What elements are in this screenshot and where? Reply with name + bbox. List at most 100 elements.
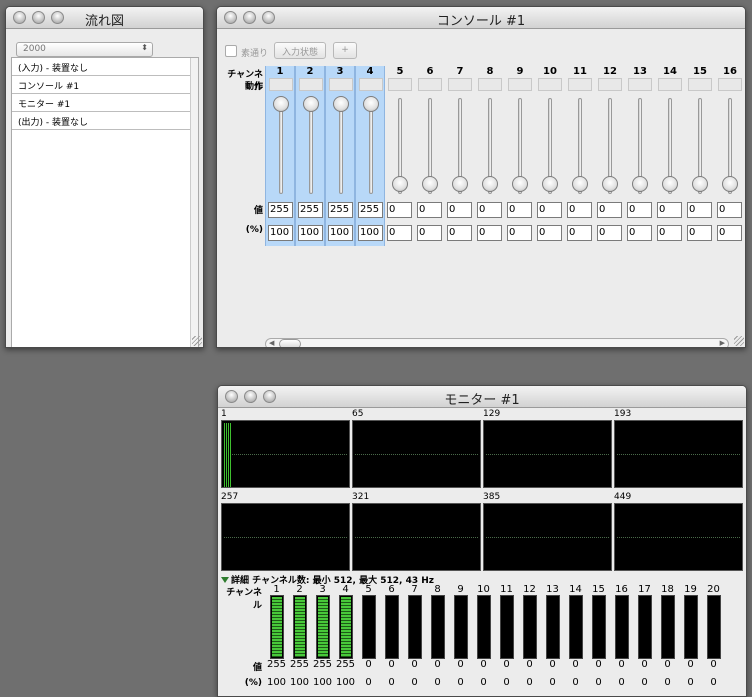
channel-action-field[interactable] [628, 78, 652, 91]
value-field[interactable]: 0 [477, 202, 502, 218]
fader-track[interactable] [369, 98, 373, 194]
scroll-left-icon[interactable]: ◀ [269, 339, 274, 347]
fader-track[interactable] [279, 98, 283, 194]
channel-action-field[interactable] [269, 78, 293, 91]
fader-knob[interactable] [422, 176, 438, 192]
add-button[interactable]: + [333, 42, 357, 59]
fader-knob[interactable] [722, 176, 738, 192]
console-channel-11[interactable]: 11 0 0 [565, 66, 595, 246]
fader-knob[interactable] [632, 176, 648, 192]
rate-popup[interactable]: 2000 ⬍ [16, 42, 153, 57]
console-channel-5[interactable]: 5 0 0 [385, 66, 415, 246]
value-field[interactable]: 0 [447, 202, 472, 218]
console-channel-6[interactable]: 6 0 0 [415, 66, 445, 246]
channel-action-field[interactable] [508, 78, 532, 91]
value-field[interactable]: 255 [328, 202, 353, 218]
channel-action-field[interactable] [598, 78, 622, 91]
console-channel-9[interactable]: 9 0 0 [505, 66, 535, 246]
value-field[interactable]: 0 [567, 202, 592, 218]
flow-item-output[interactable]: (出力) - 装置なし [12, 112, 198, 130]
flow-item-monitor[interactable]: モニター #1 [12, 94, 198, 112]
console-channel-4[interactable]: 4 255 100 [355, 66, 385, 246]
value-field[interactable]: 0 [717, 202, 742, 218]
channel-action-field[interactable] [299, 78, 323, 91]
percent-field[interactable]: 0 [627, 225, 652, 241]
fader-knob[interactable] [482, 176, 498, 192]
percent-field[interactable]: 100 [268, 225, 293, 241]
fader-knob[interactable] [363, 96, 379, 112]
console-channel-7[interactable]: 7 0 0 [445, 66, 475, 246]
channel-action-field[interactable] [448, 78, 472, 91]
channel-action-field[interactable] [688, 78, 712, 91]
bypass-checkbox[interactable] [225, 45, 237, 57]
fader-knob[interactable] [602, 176, 618, 192]
value-field[interactable]: 0 [627, 202, 652, 218]
percent-field[interactable]: 0 [597, 225, 622, 241]
fader-track[interactable] [309, 98, 313, 194]
channel-action-field[interactable] [329, 78, 353, 91]
percent-field[interactable]: 0 [507, 225, 532, 241]
percent-field[interactable]: 0 [657, 225, 682, 241]
channel-action-field[interactable] [388, 78, 412, 91]
disclosure-triangle-icon[interactable] [221, 577, 229, 583]
flow-item-input[interactable]: (入力) - 装置なし [12, 58, 198, 76]
channel-action-field[interactable] [418, 78, 442, 91]
value-field[interactable]: 0 [387, 202, 412, 218]
console-channel-12[interactable]: 12 0 0 [595, 66, 625, 246]
scroll-right-icon[interactable]: ▶ [720, 339, 725, 347]
percent-field[interactable]: 0 [537, 225, 562, 241]
flow-titlebar[interactable]: 流れ図 [6, 7, 203, 29]
console-channel-8[interactable]: 8 0 0 [475, 66, 505, 246]
console-channel-1[interactable]: 1 255 100 [265, 66, 295, 246]
fader-knob[interactable] [512, 176, 528, 192]
console-channel-2[interactable]: 2 255 100 [295, 66, 325, 246]
fader-knob[interactable] [572, 176, 588, 192]
scroll-thumb[interactable] [279, 339, 301, 347]
percent-field[interactable]: 0 [687, 225, 712, 241]
value-field[interactable]: 0 [537, 202, 562, 218]
resize-grip-icon[interactable] [734, 336, 744, 346]
channel-action-field[interactable] [718, 78, 742, 91]
flow-item-console[interactable]: コンソール #1 [12, 76, 198, 94]
fader-knob[interactable] [452, 176, 468, 192]
percent-field[interactable]: 0 [717, 225, 742, 241]
channel-action-field[interactable] [538, 78, 562, 91]
console-channel-10[interactable]: 10 0 0 [535, 66, 565, 246]
fader-knob[interactable] [542, 176, 558, 192]
input-state-button[interactable]: 入力状態 [274, 42, 326, 59]
console-channel-15[interactable]: 15 0 0 [685, 66, 715, 246]
console-channel-13[interactable]: 13 0 0 [625, 66, 655, 246]
percent-field[interactable]: 0 [387, 225, 412, 241]
console-channel-14[interactable]: 14 0 0 [655, 66, 685, 246]
channel-action-field[interactable] [658, 78, 682, 91]
value-field[interactable]: 0 [417, 202, 442, 218]
value-field[interactable]: 0 [507, 202, 532, 218]
fader-knob[interactable] [273, 96, 289, 112]
value-field[interactable]: 0 [657, 202, 682, 218]
percent-field[interactable]: 100 [298, 225, 323, 241]
percent-field[interactable]: 0 [417, 225, 442, 241]
console-horizontal-scrollbar[interactable]: ◀ ▶ [265, 338, 729, 347]
percent-field[interactable]: 0 [567, 225, 592, 241]
value-field[interactable]: 255 [268, 202, 293, 218]
fader-track[interactable] [339, 98, 343, 194]
percent-field[interactable]: 100 [328, 225, 353, 241]
value-field[interactable]: 255 [298, 202, 323, 218]
percent-field[interactable]: 0 [477, 225, 502, 241]
percent-field[interactable]: 100 [358, 225, 383, 241]
fader-knob[interactable] [392, 176, 408, 192]
channel-action-field[interactable] [478, 78, 502, 91]
channel-action-field[interactable] [359, 78, 383, 91]
value-field[interactable]: 255 [358, 202, 383, 218]
percent-field[interactable]: 0 [447, 225, 472, 241]
flow-scrollbar[interactable] [190, 58, 198, 347]
monitor-titlebar[interactable]: モニター #1 [218, 386, 746, 408]
channel-action-field[interactable] [568, 78, 592, 91]
console-channel-3[interactable]: 3 255 100 [325, 66, 355, 246]
value-field[interactable]: 0 [687, 202, 712, 218]
console-channel-16[interactable]: 16 0 0 [715, 66, 745, 246]
console-titlebar[interactable]: コンソール #1 [217, 7, 745, 29]
value-field[interactable]: 0 [597, 202, 622, 218]
resize-grip-icon[interactable] [192, 336, 202, 346]
fader-knob[interactable] [692, 176, 708, 192]
